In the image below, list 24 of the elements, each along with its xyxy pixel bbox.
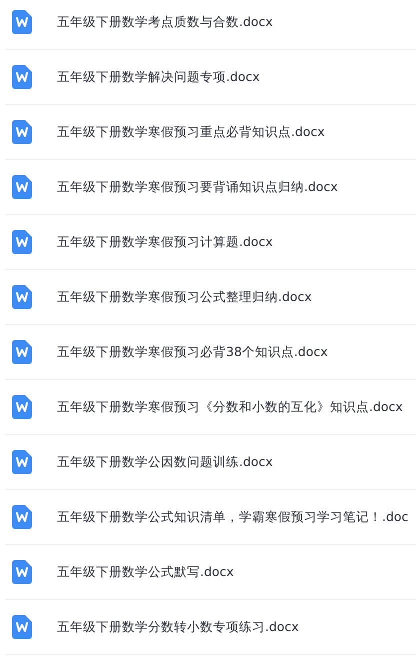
- file-name[interactable]: 五年级下册数学解决问题专项.docx: [57, 68, 260, 86]
- file-name[interactable]: 五年级下册数学考点质数与合数.docx: [57, 14, 273, 30]
- document-icon: [12, 340, 32, 364]
- file-name[interactable]: 五年级下册数学公式默写.docx: [57, 564, 234, 580]
- file-name[interactable]: 五年级下册数学寒假预习要背诵知识点归纳.docx: [57, 178, 338, 196]
- file-name[interactable]: 五年级下册数学寒假预习必背38个知识点.docx: [57, 344, 328, 360]
- file-name[interactable]: 五年级下册数学寒假预习计算题.docx: [57, 234, 273, 250]
- document-icon: [12, 395, 32, 419]
- document-icon: [12, 560, 32, 584]
- document-icon: [12, 65, 32, 89]
- document-icon: [12, 615, 32, 639]
- file-name[interactable]: 五年级下册数学分数转小数专项练习.docx: [57, 618, 299, 636]
- document-icon: [12, 505, 32, 529]
- document-icon: [12, 230, 32, 254]
- document-icon: [12, 285, 32, 309]
- document-icon: [12, 450, 32, 474]
- file-name[interactable]: 五年级下册数学寒假预习公式整理归纳.docx: [57, 288, 312, 306]
- document-icon: [12, 120, 32, 144]
- document-icon: [12, 175, 32, 199]
- document-icon: [12, 10, 32, 34]
- file-name[interactable]: 五年级下册数学公因数问题训练.docx: [57, 454, 273, 470]
- file-name[interactable]: 五年级下册数学寒假预习重点必背知识点.docx: [57, 124, 325, 140]
- file-name[interactable]: 五年级下册数学公式知识清单，学霸寒假预习学习笔记！.doc: [57, 508, 408, 526]
- file-name[interactable]: 五年级下册数学寒假预习《分数和小数的互化》知识点.docx: [57, 398, 403, 416]
